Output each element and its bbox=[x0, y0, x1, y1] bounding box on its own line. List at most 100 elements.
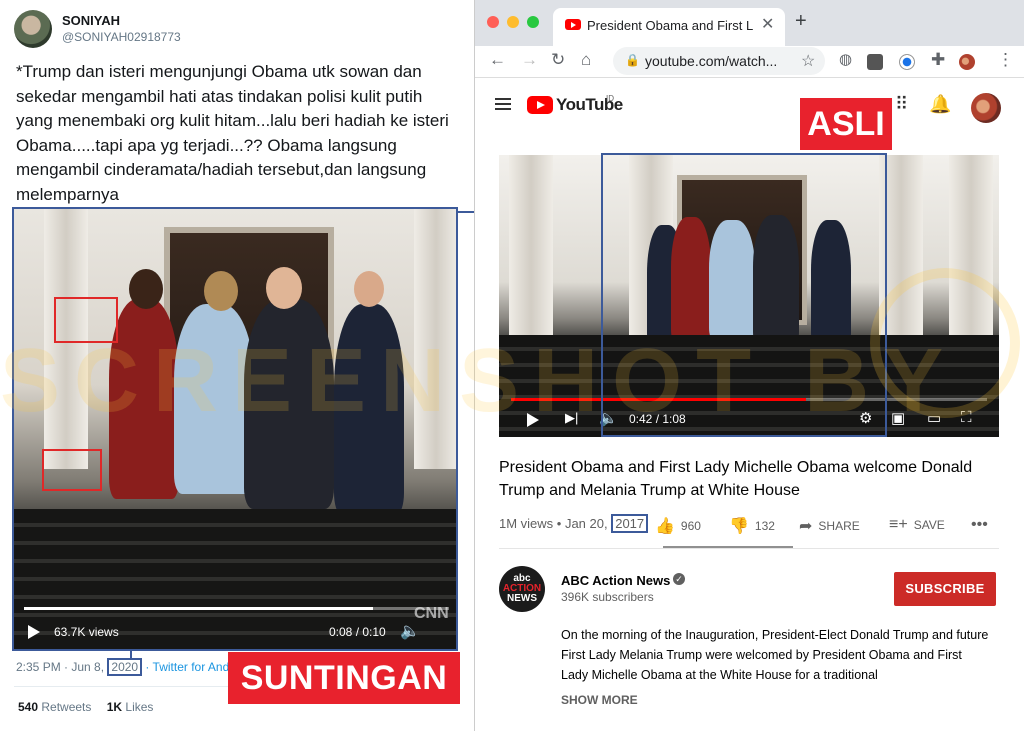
divider bbox=[499, 548, 999, 549]
notifications-bell-icon[interactable]: 🔔 bbox=[929, 94, 951, 115]
globe-extension-icon[interactable]: ◍ bbox=[839, 50, 852, 68]
tab-title: President Obama and First Lady Michelle … bbox=[587, 18, 753, 33]
account-avatar[interactable] bbox=[971, 93, 1001, 123]
channel-name[interactable]: ABC Action News bbox=[561, 573, 670, 588]
tweet-text: *Trump dan isteri mengunjungi Obama utk … bbox=[16, 62, 449, 204]
address-bar[interactable]: 🔒 youtube.com/watch... ☆ bbox=[613, 47, 825, 75]
next-video-icon[interactable]: ▶| bbox=[565, 410, 578, 426]
bookmark-star-icon[interactable]: ☆ bbox=[801, 51, 815, 71]
w-extension-icon[interactable] bbox=[867, 54, 883, 70]
home-icon[interactable]: ⌂ bbox=[581, 50, 591, 70]
tweet-year-highlight: 2020 bbox=[107, 658, 143, 676]
views-and-date: 1M views • Jan 20, bbox=[499, 516, 612, 531]
like-button[interactable]: 👍 960 bbox=[655, 516, 701, 536]
subscribe-button[interactable]: SUBSCRIBE bbox=[894, 572, 996, 606]
label-edited: SUNTINGAN bbox=[228, 652, 460, 704]
tweet-panel: SONIYAH @SONIYAH02918773 *Trump dan iste… bbox=[0, 0, 470, 731]
tab-bar: President Obama and First Lady Michelle … bbox=[475, 0, 1024, 46]
hamburger-menu-icon[interactable] bbox=[495, 98, 511, 110]
miniplayer-icon[interactable]: ▣ bbox=[891, 409, 905, 427]
video-frame-figure bbox=[266, 267, 302, 309]
retweets-count: 540 bbox=[18, 700, 39, 714]
circle-extension-icon[interactable] bbox=[899, 54, 915, 70]
video-time: 0:08 / 0:10 bbox=[329, 625, 386, 639]
verified-check-icon: ✓ bbox=[673, 573, 685, 585]
youtube-header: YouTube ID ⠿ 🔔 bbox=[475, 79, 1024, 135]
retweets-stat[interactable]: 540 Retweets bbox=[18, 700, 91, 714]
tab-close-icon[interactable]: ✕ bbox=[761, 14, 774, 34]
video-frame-figure bbox=[174, 304, 254, 494]
maximize-window-button[interactable] bbox=[527, 16, 539, 28]
likes-count: 1K bbox=[106, 700, 123, 714]
video-controls: 63.7K views 0:08 / 0:10 🔈 bbox=[14, 615, 456, 649]
save-button[interactable]: ≡+ SAVE bbox=[889, 516, 945, 534]
video-frame-column bbox=[509, 155, 553, 335]
video-frame-figure bbox=[354, 271, 384, 307]
youtube-region-label: ID bbox=[606, 94, 614, 103]
playlist-add-icon: ≡+ bbox=[889, 516, 908, 533]
tweet-display-name[interactable]: SONIYAH bbox=[62, 13, 181, 28]
profile-avatar[interactable] bbox=[959, 54, 975, 70]
tweet-stats: 540 Retweets 1K Likes bbox=[18, 700, 165, 714]
browser-window: President Obama and First Lady Michelle … bbox=[474, 0, 1024, 731]
tweet-handle[interactable]: @SONIYAH02918773 bbox=[62, 30, 181, 44]
more-actions-button[interactable]: ••• bbox=[971, 516, 994, 534]
thumbs-down-icon: 👎 bbox=[729, 518, 749, 535]
show-more-button[interactable]: SHOW MORE bbox=[561, 693, 638, 707]
minimize-window-button[interactable] bbox=[507, 16, 519, 28]
play-icon[interactable] bbox=[527, 413, 539, 427]
share-label: SHARE bbox=[818, 519, 860, 533]
save-label: SAVE bbox=[913, 518, 945, 532]
fullscreen-icon[interactable]: ⛶ bbox=[961, 409, 972, 426]
crop-highlight-box bbox=[601, 153, 887, 437]
video-frame-column bbox=[949, 155, 993, 335]
play-icon[interactable] bbox=[28, 625, 40, 639]
video-view-count: 63.7K views bbox=[54, 625, 119, 639]
new-tab-icon[interactable]: + bbox=[795, 10, 807, 33]
highlight-box-gift bbox=[54, 297, 118, 343]
youtube-favicon-icon bbox=[565, 19, 581, 30]
video-progress-fill bbox=[24, 607, 373, 610]
video-meta-row: 1M views • Jan 20, 2017 👍 960 👎 132 ➦ SHARE… bbox=[499, 514, 999, 536]
puzzle-extensions-icon[interactable]: ✚ bbox=[931, 50, 945, 70]
video-frame-figure bbox=[129, 269, 163, 309]
likes-stat[interactable]: 1K Likes bbox=[107, 700, 154, 714]
share-button[interactable]: ➦ SHARE bbox=[799, 516, 860, 536]
video-frame-column bbox=[414, 209, 456, 469]
more-horizontal-icon: ••• bbox=[971, 516, 988, 533]
tweet-header: SONIYAH @SONIYAH02918773 bbox=[14, 10, 181, 48]
retweets-label: Retweets bbox=[38, 700, 92, 714]
youtube-logo-icon[interactable] bbox=[527, 96, 553, 114]
highlight-box-floor bbox=[42, 449, 102, 491]
close-window-button[interactable] bbox=[487, 16, 499, 28]
theater-mode-icon[interactable]: ▭ bbox=[927, 409, 941, 427]
reload-icon[interactable]: ↻ bbox=[551, 50, 565, 70]
volume-icon[interactable]: 🔈 bbox=[400, 621, 420, 641]
thumbs-up-icon: 👍 bbox=[655, 518, 675, 535]
channel-avatar[interactable]: abc ACTION NEWS bbox=[499, 566, 545, 612]
video-frame-figure bbox=[334, 304, 404, 514]
url-text: youtube.com/watch... bbox=[645, 53, 778, 69]
menu-kebab-icon[interactable]: ⋮ bbox=[997, 50, 1014, 70]
dislike-count: 132 bbox=[754, 519, 775, 533]
video-title: President Obama and First Lady Michelle … bbox=[499, 459, 973, 499]
tweet-time-date[interactable]: 2:35 PM · Jun 8, bbox=[16, 660, 107, 674]
video-frame-figure bbox=[204, 271, 238, 311]
apps-grid-icon[interactable]: ⠿ bbox=[895, 94, 908, 115]
label-original: ASLI bbox=[800, 98, 892, 150]
tab-youtube[interactable]: President Obama and First Lady Michelle … bbox=[553, 8, 785, 46]
back-icon[interactable]: ← bbox=[489, 50, 506, 70]
subscriber-count: 396K subscribers bbox=[561, 590, 654, 604]
avatar[interactable] bbox=[14, 10, 52, 48]
tweet-timestamp: 2:35 PM · Jun 8, 2020 · Twitter for Andr… bbox=[16, 658, 249, 676]
tweet-video-player[interactable]: CNN 63.7K views 0:08 / 0:10 🔈 bbox=[12, 207, 458, 651]
like-count: 960 bbox=[680, 519, 701, 533]
video-frame-figure bbox=[244, 299, 334, 509]
video-frame-figure bbox=[109, 299, 179, 499]
video-description: On the morning of the Inauguration, Pres… bbox=[561, 628, 989, 682]
dislike-button[interactable]: 👎 132 bbox=[729, 516, 775, 536]
lock-icon: 🔒 bbox=[625, 53, 640, 67]
browser-toolbar: ← → ↻ ⌂ 🔒 youtube.com/watch... ☆ ◍ ✚ ⋮ bbox=[475, 46, 1024, 78]
share-arrow-icon: ➦ bbox=[799, 518, 813, 535]
forward-icon[interactable]: → bbox=[521, 50, 538, 70]
